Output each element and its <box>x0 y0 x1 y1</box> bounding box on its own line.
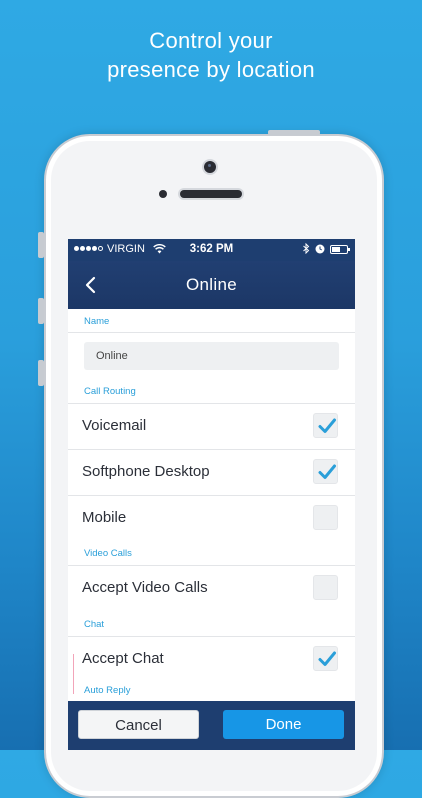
row-label: Voicemail <box>82 417 147 434</box>
accept-chat-checkbox[interactable] <box>313 646 338 671</box>
divider <box>68 332 355 333</box>
section-label-call-routing: Call Routing <box>84 386 136 397</box>
row-mobile[interactable]: Mobile <box>68 495 355 541</box>
earpiece-speaker <box>180 190 242 198</box>
power-button <box>268 130 320 135</box>
section-label-auto-reply: Auto Reply <box>84 685 131 696</box>
row-voicemail[interactable]: Voicemail <box>68 403 355 449</box>
checkmark-icon <box>318 651 336 666</box>
section-label-name: Name <box>84 316 110 327</box>
navigation-bar: Online <box>68 261 355 309</box>
promo-caption: Control your presence by location <box>0 26 422 84</box>
promo-line-1: Control your <box>149 28 273 53</box>
bluetooth-icon <box>303 243 310 254</box>
row-label: Accept Video Calls <box>82 579 208 596</box>
softphone-desktop-checkbox[interactable] <box>313 459 338 484</box>
front-camera <box>204 161 216 173</box>
proximity-sensor <box>159 190 167 198</box>
status-time: 3:62 PM <box>189 243 234 255</box>
section-label-chat: Chat <box>84 619 105 630</box>
volume-down-button <box>38 360 44 386</box>
row-label: Accept Chat <box>82 650 164 667</box>
checkmark-icon <box>318 418 336 433</box>
row-softphone-desktop[interactable]: Softphone Desktop <box>68 449 355 495</box>
row-label: Softphone Desktop <box>82 463 210 480</box>
alarm-clock-icon <box>315 244 325 254</box>
volume-up-button <box>38 298 44 324</box>
done-button[interactable]: Done <box>223 710 344 739</box>
action-bar: Cancel Done <box>68 701 355 750</box>
checkmark-icon <box>318 464 336 479</box>
row-accept-video-calls[interactable]: Accept Video Calls <box>68 565 355 611</box>
phone-screen: VIRGIN 3:62 PM Online Name Call Routing <box>68 239 355 750</box>
cancel-button[interactable]: Cancel <box>78 710 199 739</box>
section-label-video-calls: Video Calls <box>84 548 132 559</box>
row-accept-chat[interactable]: Accept Chat <box>68 636 355 682</box>
promo-line-2: presence by location <box>107 57 315 82</box>
name-input[interactable] <box>84 342 339 370</box>
page-title: Online <box>186 275 237 294</box>
mute-switch <box>38 232 44 258</box>
scroll-indicator <box>73 654 74 694</box>
voicemail-checkbox[interactable] <box>313 413 338 438</box>
row-label: Mobile <box>82 509 127 526</box>
accept-video-calls-checkbox[interactable] <box>313 575 338 600</box>
battery-icon <box>330 245 350 254</box>
status-bar: VIRGIN 3:62 PM <box>68 239 355 261</box>
mobile-checkbox[interactable] <box>313 505 338 530</box>
